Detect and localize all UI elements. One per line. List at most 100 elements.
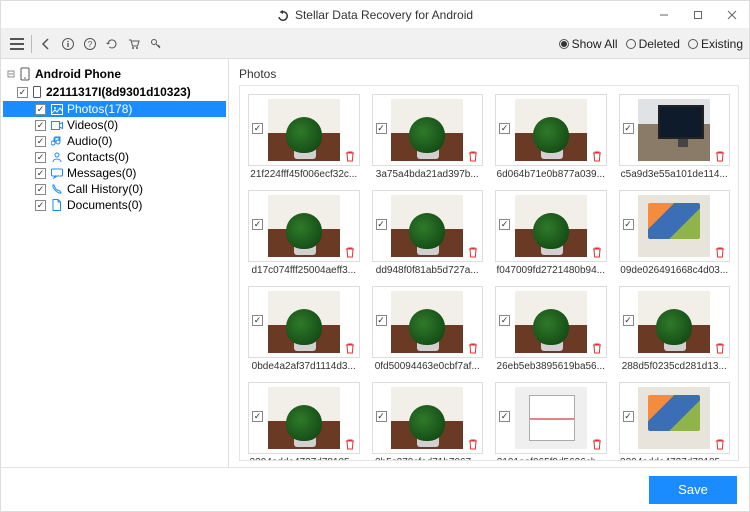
- checkbox[interactable]: [499, 411, 510, 422]
- image-icon: [50, 103, 63, 116]
- thumbnail-box: [248, 94, 360, 166]
- tree-category[interactable]: Photos(178): [3, 101, 226, 117]
- thumbnail-item[interactable]: 6d064b71e0b877a039...: [495, 94, 607, 180]
- thumbnail-box: [619, 190, 731, 262]
- checkbox[interactable]: [499, 219, 510, 230]
- checkbox[interactable]: [35, 104, 46, 115]
- menu-icon[interactable]: [7, 34, 27, 54]
- thumbnail-scroll[interactable]: 21f224fff45f006ecf32c...3a75a4bda21ad397…: [240, 86, 738, 460]
- tree-category[interactable]: Messages(0): [3, 165, 226, 181]
- tree-device[interactable]: 22111317I(8d9301d10323): [3, 83, 226, 101]
- thumbnail-item[interactable]: 2b5c270cfed71b7067...: [372, 382, 484, 460]
- tree-category[interactable]: Documents(0): [3, 197, 226, 213]
- checkbox[interactable]: [623, 411, 634, 422]
- checkbox[interactable]: [252, 411, 263, 422]
- checkbox[interactable]: [35, 200, 46, 211]
- thumbnail-box: [495, 94, 607, 166]
- filter-existing[interactable]: Existing: [688, 37, 743, 51]
- thumbnail-item[interactable]: 0bde4a2af37d1114d3...: [248, 286, 360, 372]
- title-bar: Stellar Data Recovery for Android: [1, 1, 749, 29]
- thumbnail-item[interactable]: c5a9d3e55a101de114...: [619, 94, 731, 180]
- thumbnail-filename: 0bde4a2af37d1114d3...: [248, 361, 360, 372]
- trash-icon: [591, 246, 603, 258]
- category-label: Audio(0): [67, 134, 112, 148]
- thumbnail-item[interactable]: d17c074fff25004aeff3...: [248, 190, 360, 276]
- trash-icon: [344, 438, 356, 450]
- thumbnail-item[interactable]: 09de026491668c4d03...: [619, 190, 731, 276]
- thumbnail-image: [515, 387, 587, 449]
- thumbnail-item[interactable]: 3101eaf065f9d5626cb...: [495, 382, 607, 460]
- thumbnail-image: [391, 387, 463, 449]
- calls-icon: [50, 183, 63, 196]
- thumbnail-item[interactable]: 0fd50094463e0cbf7af...: [372, 286, 484, 372]
- thumbnail-filename: 3304edde4727d78185...: [248, 457, 360, 460]
- save-button[interactable]: Save: [649, 476, 737, 504]
- back-icon[interactable]: [36, 34, 56, 54]
- app-title: Stellar Data Recovery for Android: [295, 8, 473, 22]
- tree-category[interactable]: Audio(0): [3, 133, 226, 149]
- checkbox[interactable]: [376, 219, 387, 230]
- thumbnail-filename: 0fd50094463e0cbf7af...: [372, 361, 484, 372]
- thumbnail-box: [495, 382, 607, 454]
- thumbnail-item[interactable]: 26eb5eb3895619ba56...: [495, 286, 607, 372]
- thumbnail-item[interactable]: f047009fd2721480b94...: [495, 190, 607, 276]
- tree-root[interactable]: Android Phone: [3, 65, 226, 83]
- sidebar-tree: Android Phone 22111317I(8d9301d10323) Ph…: [1, 59, 229, 467]
- filter-show-all[interactable]: Show All: [559, 37, 618, 51]
- checkbox[interactable]: [35, 136, 46, 147]
- checkbox[interactable]: [499, 123, 510, 134]
- category-label: Photos(178): [67, 102, 132, 116]
- trash-icon: [714, 150, 726, 162]
- checkbox[interactable]: [499, 315, 510, 326]
- checkbox[interactable]: [252, 219, 263, 230]
- toolbar: ? Show All Deleted Existing: [1, 29, 749, 59]
- thumbnail-item[interactable]: 288d5f0235cd281d13...: [619, 286, 731, 372]
- key-icon[interactable]: [146, 34, 166, 54]
- tree-category[interactable]: Call History(0): [3, 181, 226, 197]
- checkbox[interactable]: [17, 87, 28, 98]
- content-area: Photos 21f224fff45f006ecf32c...3a75a4bda…: [229, 59, 749, 467]
- checkbox[interactable]: [376, 315, 387, 326]
- trash-icon: [714, 342, 726, 354]
- checkbox[interactable]: [35, 168, 46, 179]
- checkbox[interactable]: [35, 120, 46, 131]
- svg-text:?: ?: [88, 40, 93, 49]
- app-icon: [277, 9, 291, 21]
- checkbox[interactable]: [623, 219, 634, 230]
- expand-icon: [7, 70, 15, 78]
- trash-icon: [467, 246, 479, 258]
- filter-deleted[interactable]: Deleted: [626, 37, 680, 51]
- maximize-button[interactable]: [681, 1, 715, 29]
- thumbnail-box: [372, 286, 484, 358]
- tree-category[interactable]: Videos(0): [3, 117, 226, 133]
- thumbnail-image: [638, 387, 710, 449]
- cart-icon[interactable]: [124, 34, 144, 54]
- trash-icon: [591, 150, 603, 162]
- checkbox[interactable]: [376, 123, 387, 134]
- close-button[interactable]: [715, 1, 749, 29]
- thumbnail-item[interactable]: dd948f0f81ab5d727a...: [372, 190, 484, 276]
- thumbnail-item[interactable]: 21f224fff45f006ecf32c...: [248, 94, 360, 180]
- refresh-icon[interactable]: [102, 34, 122, 54]
- checkbox[interactable]: [35, 184, 46, 195]
- help-icon[interactable]: ?: [80, 34, 100, 54]
- thumbnail-filename: 288d5f0235cd281d13...: [619, 361, 731, 372]
- checkbox[interactable]: [376, 411, 387, 422]
- thumbnail-filename: c5a9d3e55a101de114...: [619, 169, 731, 180]
- checkbox[interactable]: [623, 123, 634, 134]
- thumbnail-item[interactable]: 3a75a4bda21ad397b...: [372, 94, 484, 180]
- minimize-button[interactable]: [647, 1, 681, 29]
- checkbox[interactable]: [35, 152, 46, 163]
- docs-icon: [50, 199, 63, 212]
- thumbnail-image: [638, 195, 710, 257]
- info-icon[interactable]: [58, 34, 78, 54]
- thumbnail-item[interactable]: 3304edde4727d78185...: [619, 382, 731, 460]
- tree-category[interactable]: Contacts(0): [3, 149, 226, 165]
- checkbox[interactable]: [623, 315, 634, 326]
- contacts-icon: [50, 151, 63, 164]
- checkbox[interactable]: [252, 315, 263, 326]
- trash-icon: [714, 246, 726, 258]
- audio-icon: [50, 135, 63, 148]
- thumbnail-item[interactable]: 3304edde4727d78185...: [248, 382, 360, 460]
- checkbox[interactable]: [252, 123, 263, 134]
